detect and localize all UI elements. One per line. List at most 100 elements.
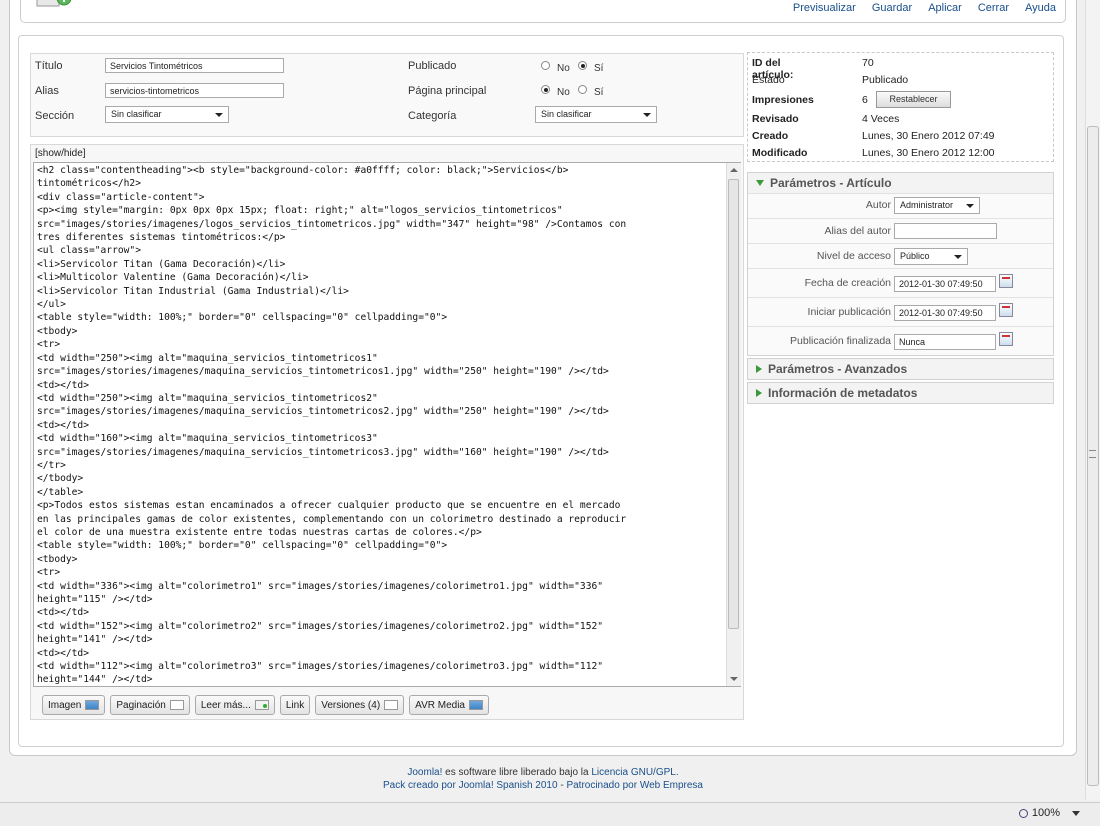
seccion-select[interactable]: Sin clasificar: [105, 106, 229, 123]
metadatos-header[interactable]: Información de metadatos: [748, 383, 1053, 403]
alias-label: Alias: [35, 85, 59, 97]
footer-text: es software libre liberado bajo la: [442, 767, 592, 778]
chevron-down-icon: [643, 113, 651, 117]
alias-autor-input[interactable]: [894, 223, 997, 239]
editor-content: <h2 class="contentheading"><b style="bac…: [37, 165, 627, 686]
joomla-link[interactable]: Joomla!: [407, 767, 442, 778]
link-button[interactable]: Link: [279, 695, 311, 715]
article-add-icon: [36, 0, 72, 7]
editor-scroll-thumb[interactable]: [728, 179, 739, 629]
page-scrollbar[interactable]: [1085, 0, 1100, 800]
scroll-grip-icon: [1089, 450, 1096, 458]
zoom-level: 100%: [1031, 807, 1060, 819]
image-icon: [85, 700, 100, 710]
creado-label: Creado: [752, 130, 789, 142]
param-row-iniciar: Iniciar publicación 2012-01-30 07:49:50: [748, 297, 1053, 326]
param-row-alias-autor: Alias del autor: [748, 218, 1053, 243]
autor-select[interactable]: Administrator: [894, 197, 980, 214]
titulo-label: Título: [35, 60, 63, 72]
publicado-no-radio[interactable]: [541, 61, 550, 70]
toolbar-cerrar[interactable]: Cerrar: [978, 2, 1009, 14]
alias-input[interactable]: servicios-tintometricos: [105, 83, 284, 98]
params-article-header[interactable]: Parámetros - Artículo: [748, 173, 1053, 193]
finalizada-input[interactable]: Nunca: [894, 334, 996, 350]
calendar-icon[interactable]: [999, 332, 1013, 346]
restablecer-button[interactable]: Restablecer: [876, 91, 951, 108]
nivel-select[interactable]: Público: [894, 248, 968, 265]
scroll-up-icon[interactable]: [730, 168, 738, 172]
triangle-right-icon: [756, 365, 762, 373]
imagen-button[interactable]: Imagen: [42, 695, 106, 715]
impresiones-value: 6: [862, 94, 868, 106]
pagina-no-label: No: [557, 87, 570, 98]
link-label: Link: [285, 699, 305, 711]
nivel-value: Público: [900, 251, 930, 261]
pagina-si-radio[interactable]: [578, 85, 587, 94]
toolbar-ayuda[interactable]: Ayuda: [1025, 2, 1056, 14]
footer: Joomla! es software libre liberado bajo …: [0, 766, 1086, 792]
versiones-button[interactable]: Versiones (4): [315, 695, 405, 715]
media-icon: [469, 700, 483, 710]
show-hide-toggle[interactable]: [show/hide]: [35, 148, 86, 159]
toolbar-previsualizar[interactable]: Previsualizar: [793, 2, 856, 14]
avr-media-label: AVR Media: [415, 699, 465, 711]
revisado-label: Revisado: [752, 113, 799, 125]
html-editor-textarea[interactable]: <h2 class="contentheading"><b style="bac…: [33, 162, 741, 687]
chevron-down-icon[interactable]: [1072, 810, 1080, 816]
editor-scrollbar[interactable]: [726, 163, 741, 686]
calendar-icon[interactable]: [999, 274, 1013, 288]
categoria-select[interactable]: Sin clasificar: [535, 106, 657, 123]
scroll-down-icon[interactable]: [730, 677, 738, 681]
versions-icon: [384, 700, 399, 710]
toolbar-guardar[interactable]: Guardar: [872, 2, 912, 14]
toolbar-aplicar[interactable]: Aplicar: [928, 2, 962, 14]
param-row-finalizada: Publicación finalizada Nunca: [748, 326, 1053, 355]
zoom-control[interactable]: 100%: [1018, 807, 1080, 819]
creado-value: Lunes, 30 Enero 2012 07:49: [862, 130, 995, 142]
alias-autor-label: Alias del autor: [824, 225, 891, 237]
pack-link[interactable]: Pack creado por Joomla! Spanish 2010: [383, 780, 558, 791]
chevron-down-icon: [954, 255, 962, 259]
avr-media-button[interactable]: AVR Media: [409, 695, 489, 715]
autor-label: Autor: [865, 199, 891, 211]
paginacion-label: Paginación: [116, 699, 166, 711]
publicado-si-radio[interactable]: [578, 61, 587, 70]
param-row-autor: Autor Administrator: [748, 193, 1053, 218]
fecha-creacion-label: Fecha de creación: [804, 277, 891, 289]
license-link[interactable]: Licencia GNU/GPL.: [591, 767, 678, 778]
triangle-down-icon: [756, 180, 764, 186]
leer-mas-label: Leer más...: [200, 699, 251, 711]
pagebreak-icon: [169, 700, 184, 710]
titulo-input[interactable]: Servicios Tintométricos: [105, 58, 284, 73]
magnifier-icon: [1018, 808, 1028, 818]
publicado-si-label: Sí: [594, 63, 604, 74]
param-row-fecha-creacion: Fecha de creación 2012-01-30 07:49:50: [748, 268, 1053, 297]
chevron-down-icon: [966, 204, 974, 208]
sponsor-link[interactable]: Patrocinado por Web Empresa: [566, 780, 703, 791]
revisado-value: 4 Veces: [862, 113, 900, 125]
fecha-creacion-input[interactable]: 2012-01-30 07:49:50: [894, 276, 996, 292]
finalizada-label: Publicación finalizada: [790, 335, 891, 347]
leer-mas-button[interactable]: Leer más...: [194, 695, 275, 715]
estado-label: Estado: [752, 74, 785, 86]
pagina-no-radio[interactable]: [541, 85, 550, 94]
param-row-nivel: Nivel de acceso Público: [748, 243, 1053, 268]
seccion-label: Sección: [35, 110, 75, 122]
paginacion-button[interactable]: Paginación: [110, 695, 190, 715]
iniciar-input[interactable]: 2012-01-30 07:49:50: [894, 305, 996, 321]
editor-buttons: Imagen Paginación Leer más... Link Versi…: [42, 695, 489, 715]
triangle-right-icon: [756, 389, 762, 397]
pagina-principal-label: Página principal: [408, 85, 487, 97]
calendar-icon[interactable]: [999, 303, 1013, 317]
params-article-panel: Parámetros - Artículo Autor Administrato…: [747, 172, 1054, 356]
toolbar: Previsualizar Guardar Aplicar Cerrar Ayu…: [793, 2, 1056, 14]
params-avanzados-panel[interactable]: Parámetros - Avanzados: [747, 358, 1054, 380]
iniciar-label: Iniciar publicación: [807, 306, 891, 318]
params-avanzados-header[interactable]: Parámetros - Avanzados: [748, 359, 1053, 379]
metadatos-panel[interactable]: Información de metadatos: [747, 382, 1054, 404]
publicado-label: Publicado: [408, 60, 457, 72]
impresiones-label: Impresiones: [752, 94, 814, 106]
nivel-label: Nivel de acceso: [816, 250, 891, 262]
pagina-si-label: Sí: [594, 87, 604, 98]
categoria-label: Categoría: [408, 110, 457, 122]
